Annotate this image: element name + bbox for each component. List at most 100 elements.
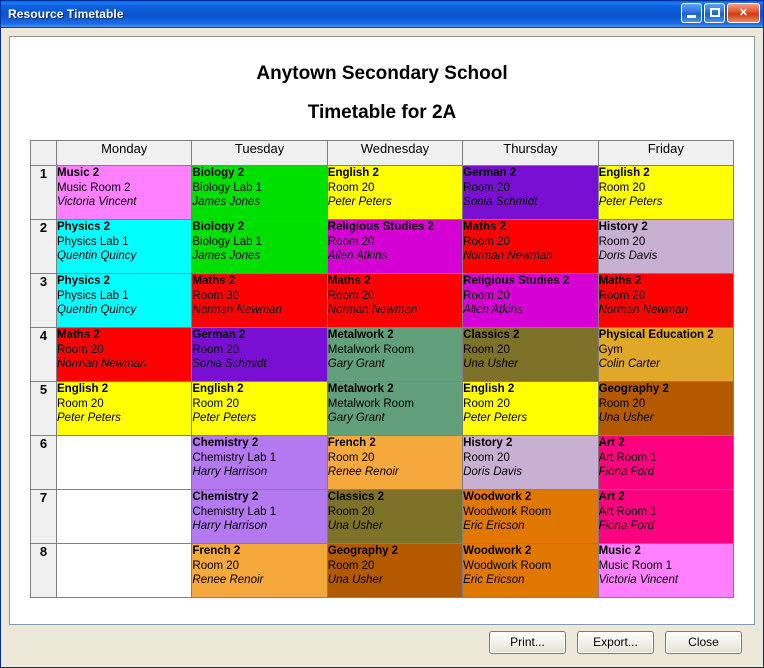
timetable-cell[interactable]: Woodwork 2 Woodwork Room Eric Ericson [462, 543, 599, 598]
timetable-cell[interactable]: Chemistry 2 Chemistry Lab 1 Harry Harrison [191, 489, 328, 544]
timetable-cell[interactable]: Physical Education 2 Gym Colin Carter [597, 327, 735, 382]
cell-subject: Art 2 [598, 491, 625, 503]
timetable-cell[interactable]: Art 2 Art Room 1 Fiona Ford [597, 435, 735, 490]
cell-subject: Biology 2 [192, 167, 245, 179]
cell-room: Metalwork Room [327, 397, 415, 410]
maximize-button[interactable] [704, 3, 725, 23]
timetable-cell[interactable]: English 2 Room 20 Peter Peters [326, 165, 464, 220]
cell-room: Room 20 [192, 559, 240, 572]
cell-room: Biology Lab 1 [192, 235, 263, 248]
close-button[interactable]: ✕ [727, 3, 760, 23]
cell-room: Room 20 [192, 397, 240, 410]
window-controls: ✕ [681, 3, 760, 23]
cell-room: Room 20 [327, 451, 375, 464]
timetable-cell[interactable]: German 2 Room 20 Sonia Schmidt [191, 327, 328, 382]
timetable-cell[interactable]: French 2 Room 20 Renee Renoir [191, 543, 328, 598]
timetable-cell[interactable]: Biology 2 Biology Lab 1 James Jones [191, 165, 328, 220]
timetable-row: 6 Chemistry 2 Chemistry Lab 1 Harry Harriso… [30, 435, 735, 490]
cell-room: Art Room 1 [598, 505, 657, 518]
cell-teacher: Renee Renoir [192, 574, 264, 587]
cell-subject: English 2 [463, 383, 515, 395]
cell-teacher: Fiona Ford [598, 520, 655, 533]
cell-room: Physics Lab 1 [57, 235, 129, 248]
period-number: 6 [30, 435, 57, 490]
minimize-button[interactable] [681, 3, 702, 23]
timetable-cell[interactable]: English 2 Room 20 Peter Peters [55, 381, 193, 436]
cell-subject: History 2 [598, 221, 648, 233]
cell-room: Room 20 [57, 343, 104, 356]
timetable-cell-empty[interactable] [55, 489, 193, 544]
cell-room: Room 20 [327, 289, 375, 302]
cell-subject: French 2 [327, 437, 376, 449]
timetable-cell[interactable]: Woodwork 2 Woodwork Room Eric Ericson [462, 489, 599, 544]
cell-subject: Chemistry 2 [192, 491, 259, 503]
cell-room: Music Room 2 [57, 181, 131, 194]
cell-teacher: Renee Renoir [327, 466, 399, 479]
cell-teacher: Norman Newman [598, 304, 689, 317]
cell-subject: Religious Studies 2 [327, 221, 434, 233]
timetable-cell[interactable]: History 2 Room 20 Doris Davis [597, 219, 735, 274]
timetable-cell[interactable]: Art 2 Art Room 1 Fiona Ford [597, 489, 735, 544]
timetable-cell[interactable]: Maths 2 Room 30 Norman Newman [191, 273, 328, 328]
cell-teacher: Allen Atkins [327, 250, 388, 263]
period-number: 4 [30, 327, 57, 382]
timetable-cell[interactable]: French 2 Room 20 Renee Renoir [326, 435, 464, 490]
timetable-cell[interactable]: Religious Studies 2 Room 20 Allen Atkins [326, 219, 464, 274]
day-header-thursday: Thursday [462, 140, 599, 166]
close-icon: ✕ [738, 7, 749, 19]
timetable-cell-empty[interactable] [55, 543, 193, 598]
timetable-cell[interactable]: Maths 2 Room 20 Norman Newman [597, 273, 735, 328]
timetable-cell[interactable]: English 2 Room 20 Peter Peters [462, 381, 599, 436]
cell-room: Gym [598, 343, 623, 356]
cell-subject: Chemistry 2 [192, 437, 259, 449]
cell-teacher: Victoria Vincent [57, 196, 137, 209]
timetable-cell[interactable]: Music 2 Music Room 1 Victoria Vincent [597, 543, 735, 598]
cell-room: Physics Lab 1 [57, 289, 129, 302]
timetable-cell[interactable]: Maths 2 Room 20 Norman Newman [55, 327, 193, 382]
timetable-cell[interactable]: English 2 Room 20 Peter Peters [191, 381, 328, 436]
timetable-cell[interactable]: Chemistry 2 Chemistry Lab 1 Harry Harrison [191, 435, 328, 490]
cell-room: Biology Lab 1 [192, 181, 263, 194]
timetable-cell[interactable]: Religious Studies 2 Room 20 Allen Atkins [462, 273, 599, 328]
cell-room: Room 20 [598, 181, 646, 194]
timetable-cell[interactable]: Classics 2 Room 20 Una Usher [462, 327, 599, 382]
window-client-area: Anytown Secondary School Timetable for 2… [1, 28, 763, 667]
cell-teacher: Gary Grant [327, 358, 385, 371]
window-titlebar[interactable]: Resource Timetable ✕ [1, 1, 763, 28]
timetable-cell[interactable]: Geography 2 Room 20 Una Usher [597, 381, 735, 436]
timetable-cell[interactable]: Geography 2 Room 20 Una Usher [326, 543, 464, 598]
cell-subject: Music 2 [57, 167, 100, 179]
timetable-cell[interactable]: Maths 2 Room 20 Norman Newman [462, 219, 599, 274]
cell-teacher: Sonia Schmidt [463, 196, 538, 209]
cell-teacher: Fiona Ford [598, 466, 655, 479]
timetable-cell[interactable]: Music 2 Music Room 2 Victoria Vincent [55, 165, 193, 220]
cell-teacher: Allen Atkins [463, 304, 523, 317]
cell-teacher: Norman Newman [57, 358, 147, 371]
cell-subject: Metalwork 2 [327, 383, 394, 395]
close-dialog-button[interactable]: Close [665, 630, 742, 654]
timetable-cell[interactable]: Metalwork 2 Metalwork Room Gary Grant [326, 327, 464, 382]
timetable-cell[interactable]: Physics 2 Physics Lab 1 Quentin Quincy [55, 273, 193, 328]
timetable-row: 3 Physics 2 Physics Lab 1 Quentin Quincy Mat… [30, 273, 735, 328]
cell-subject: German 2 [192, 329, 246, 341]
cell-room: Music Room 1 [598, 559, 673, 572]
cell-subject: Physics 2 [57, 275, 111, 287]
cell-subject: Maths 2 [598, 275, 642, 287]
timetable-cell[interactable]: Metalwork 2 Metalwork Room Gary Grant [326, 381, 464, 436]
timetable-cell-empty[interactable] [55, 435, 193, 490]
print-button[interactable]: Print... [489, 630, 566, 654]
timetable-cell[interactable]: Maths 2 Room 20 Norman Newman [326, 273, 464, 328]
timetable-cell[interactable]: English 2 Room 20 Peter Peters [597, 165, 735, 220]
cell-room: Room 20 [463, 235, 510, 248]
page-title: Timetable for 2A [307, 102, 457, 123]
cell-subject: Geography 2 [327, 545, 399, 557]
timetable-cell[interactable]: Physics 2 Physics Lab 1 Quentin Quincy [55, 219, 193, 274]
timetable-cell[interactable]: Biology 2 Biology Lab 1 James Jones [191, 219, 328, 274]
timetable-cell[interactable]: Classics 2 Room 20 Una Usher [326, 489, 464, 544]
export-button[interactable]: Export... [577, 630, 654, 654]
cell-subject: Classics 2 [463, 329, 520, 341]
timetable-cell[interactable]: German 2 Room 20 Sonia Schmidt [462, 165, 599, 220]
timetable-cell[interactable]: History 2 Room 20 Doris Davis [462, 435, 599, 490]
cell-teacher: James Jones [192, 196, 261, 209]
cell-room: Room 20 [598, 289, 646, 302]
